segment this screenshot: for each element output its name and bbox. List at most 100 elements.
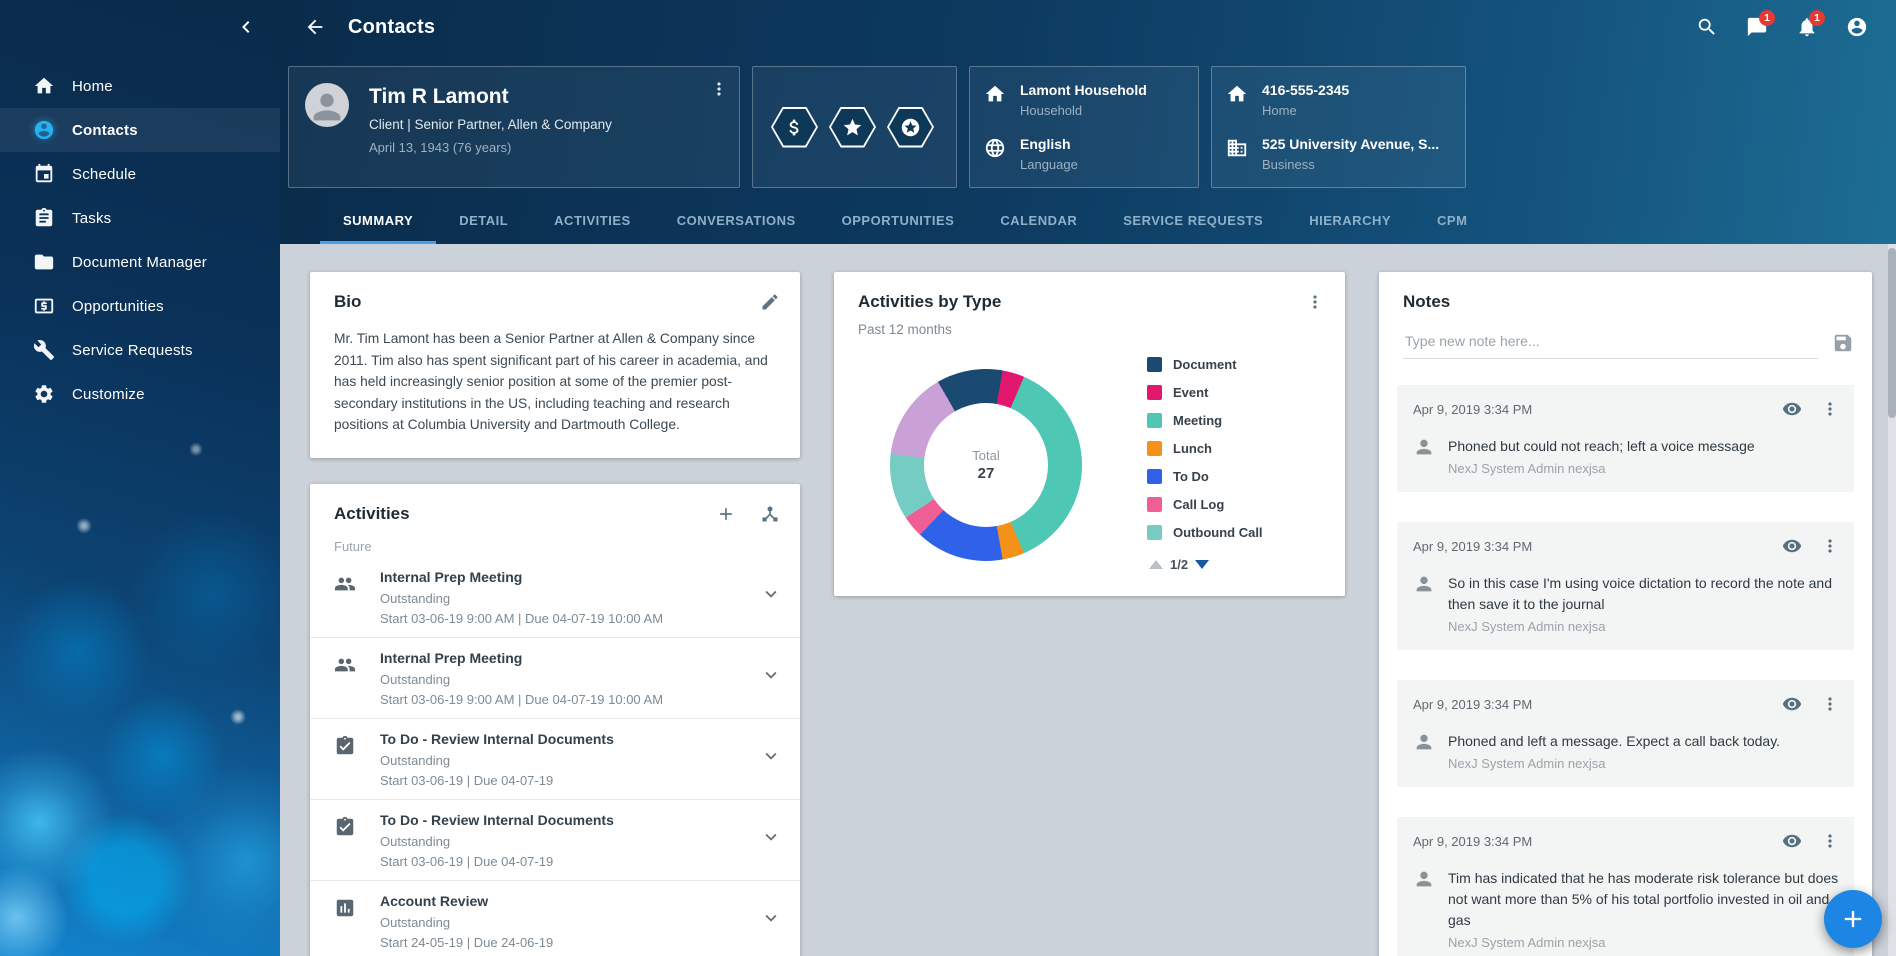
contact-menu-icon[interactable] <box>709 79 729 99</box>
scrollbar[interactable] <box>1888 244 1896 956</box>
activity-item[interactable]: To Do - Review Internal Documents Outsta… <box>310 800 800 881</box>
legend-label: Event <box>1173 385 1208 400</box>
tab-bar: SUMMARY DETAIL ACTIVITIES CONVERSATIONS … <box>280 200 1896 244</box>
contact-name: Tim R Lamont <box>369 85 612 109</box>
contact-birthdate: April 13, 1943 (76 years) <box>369 140 612 155</box>
view-note-icon[interactable] <box>1782 399 1802 419</box>
bio-title: Bio <box>334 292 361 312</box>
note-author: NexJ System Admin nexjsa <box>1448 756 1780 771</box>
tab-opportunities[interactable]: OPPORTUNITIES <box>819 200 978 244</box>
activity-dates: Start 03-06-19 9:00 AM | Due 04-07-19 10… <box>380 611 760 626</box>
tab-calendar[interactable]: CALENDAR <box>977 200 1100 244</box>
chart-menu-icon[interactable] <box>1305 292 1325 312</box>
activity-item[interactable]: Internal Prep Meeting Outstanding Start … <box>310 638 800 719</box>
legend-prev-icon[interactable] <box>1149 560 1163 569</box>
tab-activities[interactable]: ACTIVITIES <box>531 200 654 244</box>
legend-item-document: Document <box>1147 357 1319 372</box>
chart-body: Total 27 DocumentEventMeetingLunchTo DoC… <box>834 337 1345 572</box>
tab-hierarchy[interactable]: HIERARCHY <box>1286 200 1414 244</box>
activity-dates: Start 03-06-19 | Due 04-07-19 <box>380 854 760 869</box>
activity-status: Outstanding <box>380 672 760 687</box>
badge-hexagon[interactable] <box>829 107 876 148</box>
legend-pager: 1/2 <box>1149 557 1319 572</box>
home-icon <box>33 75 55 97</box>
page-title: Contacts <box>348 16 435 39</box>
activity-status: Outstanding <box>380 915 760 930</box>
household-card: Lamont Household Household English Langu… <box>969 66 1199 188</box>
person-icon <box>1413 573 1435 595</box>
legend-swatch <box>1147 441 1162 456</box>
view-note-icon[interactable] <box>1782 694 1802 714</box>
tab-conversations[interactable]: CONVERSATIONS <box>654 200 819 244</box>
activities-group-label: Future <box>310 524 800 557</box>
household-row[interactable]: Lamont Household Household <box>984 82 1184 118</box>
tab-summary[interactable]: SUMMARY <box>320 200 436 244</box>
edit-bio-icon[interactable] <box>760 292 780 312</box>
activity-item[interactable]: Internal Prep Meeting Outstanding Start … <box>310 557 800 638</box>
activities-card: Activities Future Internal Prep Meeting <box>310 484 800 956</box>
note-author: NexJ System Admin nexjsa <box>1448 619 1840 634</box>
app-window: Home Contacts Schedule Tasks <box>0 0 1896 956</box>
legend-item-meeting: Meeting <box>1147 413 1319 428</box>
expand-icon[interactable] <box>760 826 782 848</box>
activity-title: Internal Prep Meeting <box>380 569 760 585</box>
sidebar-item-document-manager[interactable]: Document Manager <box>0 240 280 284</box>
legend-next-icon[interactable] <box>1195 560 1209 569</box>
add-activity-icon[interactable] <box>716 504 736 524</box>
notifications-icon[interactable]: 1 <box>1796 16 1818 38</box>
left-column: Bio Mr. Tim Lamont has been a Senior Par… <box>310 272 800 956</box>
sidebar-item-service-requests[interactable]: Service Requests <box>0 328 280 372</box>
sidebar-item-opportunities[interactable]: Opportunities <box>0 284 280 328</box>
messages-icon[interactable]: 1 <box>1746 16 1768 38</box>
people-icon <box>334 573 356 595</box>
notes-card: Notes Apr 9, 2019 3:34 PM <box>1379 272 1872 956</box>
tab-detail[interactable]: DETAIL <box>436 200 531 244</box>
tasks-icon <box>33 207 55 229</box>
collapse-sidebar-icon[interactable] <box>234 15 258 39</box>
chart-subtitle: Past 12 months <box>834 312 1345 337</box>
view-note-icon[interactable] <box>1782 831 1802 851</box>
sidebar-item-schedule[interactable]: Schedule <box>0 152 280 196</box>
expand-icon[interactable] <box>760 664 782 686</box>
note-item: Apr 9, 2019 3:34 PM Phoned and left a me… <box>1397 680 1854 787</box>
back-icon[interactable] <box>304 16 326 38</box>
activity-item[interactable]: Account Review Outstanding Start 24-05-1… <box>310 881 800 956</box>
add-note-fab[interactable] <box>1824 890 1882 948</box>
note-menu-icon[interactable] <box>1820 831 1840 851</box>
sidebar-item-customize[interactable]: Customize <box>0 372 280 416</box>
view-note-icon[interactable] <box>1782 536 1802 556</box>
household-value: Lamont Household <box>1020 82 1147 98</box>
badge-hexagon[interactable] <box>771 107 818 148</box>
activity-title: Account Review <box>380 893 760 909</box>
activity-item[interactable]: To Do - Review Internal Documents Outsta… <box>310 719 800 800</box>
note-menu-icon[interactable] <box>1820 694 1840 714</box>
badge-hexagon[interactable] <box>887 107 934 148</box>
note-text: Phoned but could not reach; left a voice… <box>1448 436 1755 457</box>
tab-cpm[interactable]: CPM <box>1414 200 1490 244</box>
app-bar: Contacts 1 1 <box>280 0 1896 54</box>
tab-service-requests[interactable]: SERVICE REQUESTS <box>1100 200 1286 244</box>
hierarchy-view-icon[interactable] <box>760 504 780 524</box>
search-icon[interactable] <box>1696 16 1718 38</box>
note-menu-icon[interactable] <box>1820 536 1840 556</box>
sidebar-item-home[interactable]: Home <box>0 64 280 108</box>
account-icon[interactable] <box>1846 16 1868 38</box>
expand-icon[interactable] <box>760 907 782 929</box>
save-note-icon[interactable] <box>1832 332 1854 354</box>
calendar-icon <box>33 163 55 185</box>
phone-label: Home <box>1262 103 1349 118</box>
right-column: Notes Apr 9, 2019 3:34 PM <box>1379 272 1872 956</box>
main-area: Contacts 1 1 Tim R Lamont Client | Senio… <box>280 0 1896 956</box>
phone-row[interactable]: 416-555-2345 Home <box>1226 82 1451 118</box>
new-note-input[interactable] <box>1403 327 1818 359</box>
expand-icon[interactable] <box>760 583 782 605</box>
sidebar-item-contacts[interactable]: Contacts <box>0 108 280 152</box>
note-menu-icon[interactable] <box>1820 399 1840 419</box>
address-value: 525 University Avenue, S... <box>1262 136 1439 152</box>
expand-icon[interactable] <box>760 745 782 767</box>
scrollbar-thumb[interactable] <box>1888 248 1896 418</box>
address-row[interactable]: 525 University Avenue, S... Business <box>1226 136 1451 172</box>
language-row[interactable]: English Language <box>984 136 1184 172</box>
note-author: NexJ System Admin nexjsa <box>1448 935 1840 950</box>
sidebar-item-tasks[interactable]: Tasks <box>0 196 280 240</box>
